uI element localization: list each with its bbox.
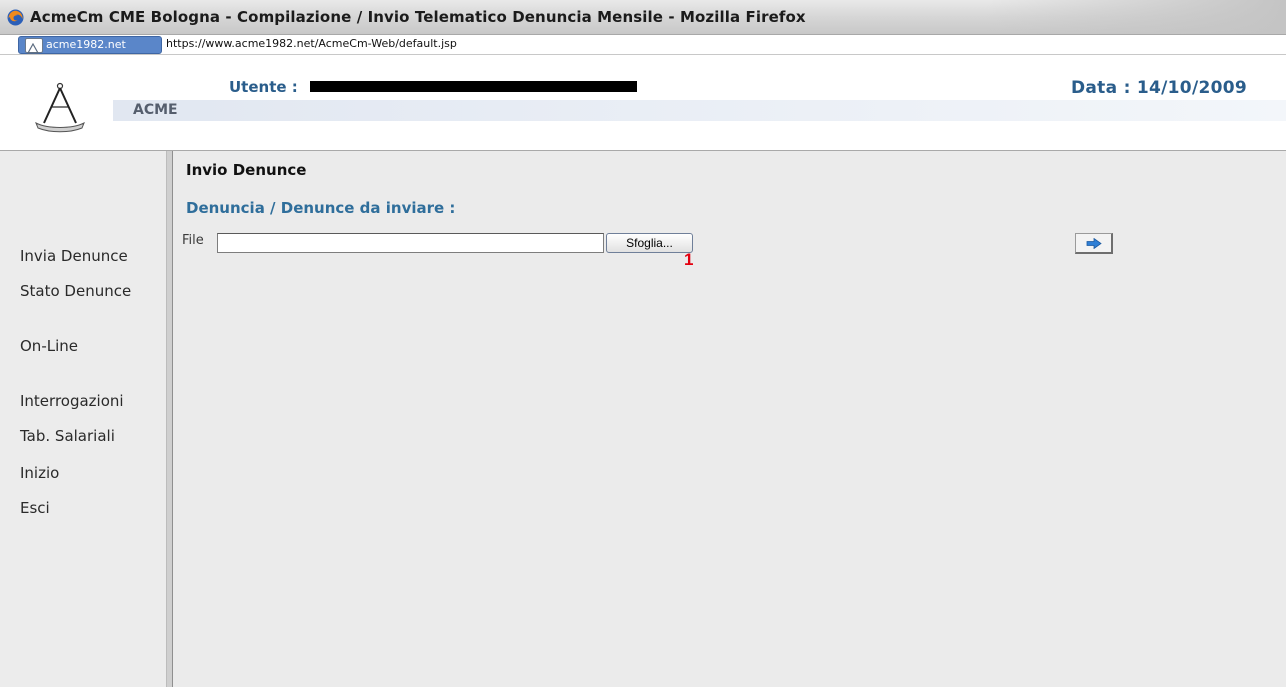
file-path-input[interactable] xyxy=(217,233,604,253)
sidebar-divider xyxy=(166,151,173,687)
sidebar-item-on-line[interactable]: On-Line xyxy=(20,337,78,355)
window-titlebar: AcmeCm CME Bologna - Compilazione / Invi… xyxy=(0,0,1286,35)
sidebar-item-invia-denunce[interactable]: Invia Denunce xyxy=(20,247,128,265)
brand-band xyxy=(113,100,1286,121)
site-identity-icon xyxy=(25,38,43,54)
file-label: File xyxy=(182,233,204,248)
sidebar-item-inizio[interactable]: Inizio xyxy=(20,464,59,482)
site-identity-button[interactable]: acme1982.net xyxy=(18,36,162,54)
sidebar-item-interrogazioni[interactable]: Interrogazioni xyxy=(20,392,124,410)
firefox-icon xyxy=(7,9,24,26)
sidebar-item-esci[interactable]: Esci xyxy=(20,499,50,517)
arrow-right-icon xyxy=(1086,238,1102,249)
url-text[interactable]: https://www.acme1982.net/AcmeCm-Web/defa… xyxy=(166,37,457,50)
main-panel: Invio Denunce Denuncia / Denunce da invi… xyxy=(173,151,1286,687)
user-redaction xyxy=(310,81,637,92)
section-subtitle: Denuncia / Denunce da inviare : xyxy=(186,199,456,217)
site-name: acme1982.net xyxy=(46,38,126,51)
sidebar-item-stato-denunce[interactable]: Stato Denunce xyxy=(20,282,131,300)
titlebar-fade xyxy=(986,0,1286,34)
address-bar[interactable]: acme1982.net https://www.acme1982.net/Ac… xyxy=(0,35,1286,55)
sidebar-item-tab-salariali[interactable]: Tab. Salariali xyxy=(20,427,115,445)
brand-name: ACME xyxy=(133,102,178,118)
user-label: Utente : xyxy=(229,78,298,96)
callout-number: 1 xyxy=(684,250,694,269)
compass-logo-icon xyxy=(35,82,85,133)
send-button[interactable] xyxy=(1075,233,1113,254)
sidebar xyxy=(0,151,166,687)
browse-button[interactable]: Sfoglia... xyxy=(606,233,693,253)
app-header: ACME Utente : Data : 14/10/2009 xyxy=(0,55,1286,150)
window-title: AcmeCm CME Bologna - Compilazione / Invi… xyxy=(30,8,806,26)
page-title: Invio Denunce xyxy=(186,161,307,179)
date-label: Data : 14/10/2009 xyxy=(1071,78,1247,98)
